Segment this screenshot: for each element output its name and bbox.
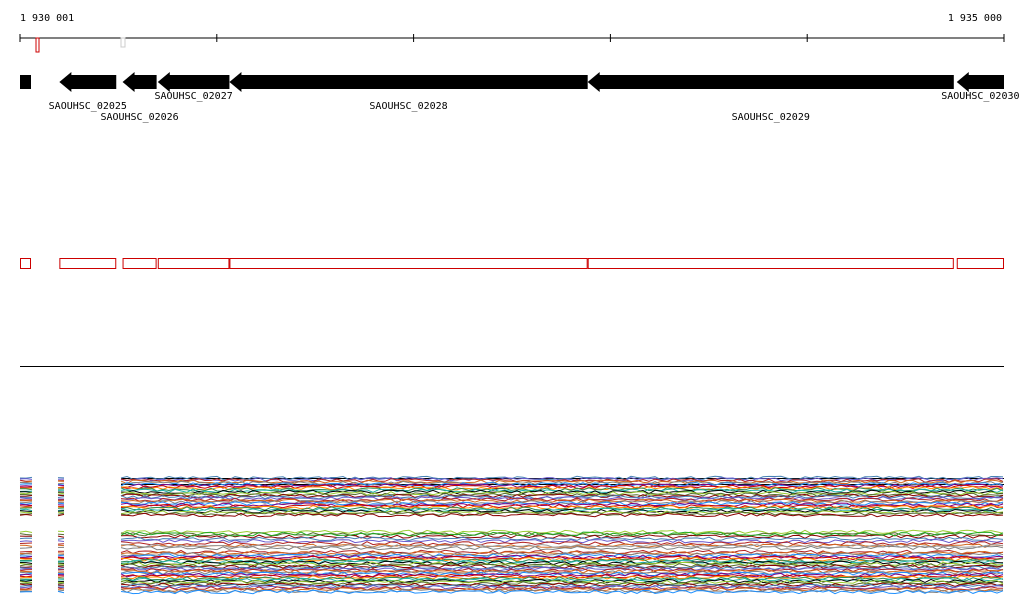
- annotation-box[interactable]: [157, 258, 230, 269]
- expression-track-line: [20, 488, 33, 491]
- annotation-box[interactable]: [229, 258, 588, 269]
- expression-track-line: [19, 542, 33, 544]
- expression-track-line: [19, 585, 33, 587]
- annotation-box[interactable]: [956, 258, 1004, 269]
- expression-track-line: [19, 503, 33, 506]
- expression-track-line: [19, 570, 33, 573]
- expression-track-line: [20, 495, 33, 497]
- annotation-box[interactable]: [20, 258, 31, 269]
- expression-track-line: [57, 535, 65, 538]
- gene-arrow[interactable]: [587, 72, 954, 92]
- expression-track-line: [57, 533, 65, 536]
- gene-arrow[interactable]: [157, 72, 230, 92]
- expression-track-line: [57, 540, 65, 542]
- expression-track-line: [19, 533, 33, 536]
- gene-label[interactable]: SAOUHSC_02028: [369, 101, 447, 112]
- expression-track-line: [57, 567, 65, 569]
- expression-track-line: [57, 510, 65, 512]
- expression-track-line: [57, 513, 65, 517]
- expression-track-line: [19, 505, 33, 507]
- expression-track-line: [19, 564, 33, 567]
- expression-track-line: [19, 575, 33, 578]
- expression-track-line: [57, 590, 65, 594]
- expression-track-line: [19, 566, 33, 568]
- expression-track-line: [19, 556, 33, 559]
- gene-label[interactable]: SAOUHSC_02030: [941, 91, 1019, 102]
- gene-arrow[interactable]: [229, 72, 588, 92]
- expression-track-line: [19, 513, 33, 516]
- expression-track-line: [57, 564, 65, 567]
- expression-track-line: [57, 494, 65, 497]
- expression-track-line: [19, 482, 33, 484]
- genome-browser-view: 1 930 001 1 935 000 SAOUHSC_02025 SAOUHSC…: [0, 0, 1024, 611]
- annotation-box[interactable]: [587, 258, 954, 269]
- expression-track-line: [19, 530, 33, 533]
- expression-track-line: [57, 538, 65, 540]
- annotation-box[interactable]: [59, 258, 117, 269]
- gene-arrow[interactable]: [122, 72, 157, 92]
- expression-track-line: [57, 502, 65, 505]
- gene-arrow[interactable]: [59, 72, 117, 92]
- expression-track-line: [57, 589, 65, 592]
- expression-track-line: [19, 569, 33, 572]
- expression-track-line: [19, 547, 33, 549]
- gene-arrow[interactable]: [956, 72, 1004, 92]
- expression-track-line: [57, 484, 65, 487]
- gene-label[interactable]: SAOUHSC_02029: [732, 112, 810, 123]
- expression-track-line: [19, 551, 33, 553]
- ruler-marker[interactable]: [35, 37, 40, 53]
- expression-track-line: [57, 582, 65, 585]
- expression-track-line: [19, 540, 33, 542]
- expression-track-line: [19, 511, 33, 514]
- annotation-box[interactable]: [122, 258, 157, 269]
- gene-label[interactable]: SAOUHSC_02026: [100, 112, 178, 123]
- expression-track-line: [57, 506, 65, 509]
- ruler-marker[interactable]: [120, 37, 126, 48]
- axis-start-label: 1 930 001: [20, 13, 75, 24]
- expression-track-line: [19, 576, 33, 579]
- gene-fragment[interactable]: [20, 75, 31, 89]
- gene-label[interactable]: SAOUHSC_02027: [154, 91, 232, 102]
- expression-track-line: [19, 537, 33, 540]
- expression-track-line: [19, 494, 33, 496]
- expression-track-line: [57, 588, 65, 590]
- expression-track-line: [19, 544, 33, 547]
- gene-label[interactable]: SAOUHSC_02025: [49, 101, 127, 112]
- expression-track-line: [19, 583, 33, 586]
- expression-track-line: [19, 573, 33, 576]
- expression-track-line: [57, 512, 65, 515]
- expression-track-line: [57, 482, 65, 485]
- expression-track-line: [19, 485, 33, 487]
- expression-track-line: [57, 492, 65, 495]
- expression-track-line: [19, 579, 33, 582]
- expression-track-line: [57, 496, 65, 498]
- expression-track-line: [57, 566, 65, 568]
- expression-track-line: [19, 492, 33, 495]
- expression-track-line: [19, 476, 33, 479]
- expression-track-line: [19, 568, 33, 570]
- expression-track-line: [19, 571, 33, 574]
- expression-track-line: [20, 582, 33, 585]
- expression-track-line: [19, 510, 33, 512]
- axis-end-label: 1 935 000: [947, 13, 1002, 24]
- expression-track-line: [57, 554, 65, 557]
- expression-track-line: [19, 501, 33, 504]
- expression-track-line: [19, 478, 33, 480]
- expression-track-line: [19, 586, 33, 589]
- expression-track-line: [19, 491, 33, 493]
